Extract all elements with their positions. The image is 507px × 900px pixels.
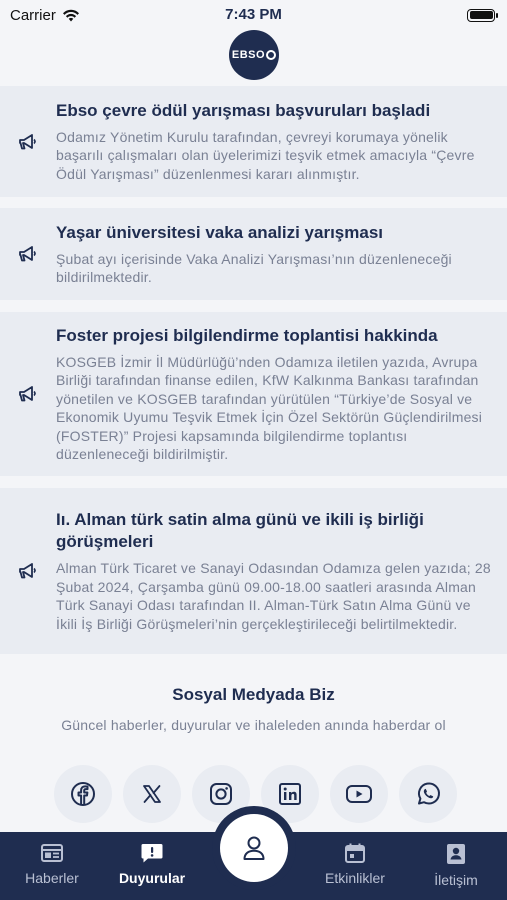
tab-duyurular[interactable]: Duyurular bbox=[102, 842, 202, 886]
tab-label: Duyurular bbox=[118, 870, 186, 886]
logo-ring bbox=[266, 50, 277, 60]
announcement-text: Odamız Yönetim Kurulu tarafından, çevrey… bbox=[56, 128, 475, 182]
youtube-icon bbox=[346, 785, 372, 803]
announcement-card[interactable]: Iı. Alman türk satin alma günü ve ikili … bbox=[0, 488, 507, 654]
announcement-title: Ebso çevre ödül yarışması başvuruları ba… bbox=[56, 100, 431, 120]
announcement-text: Şubat ayı içerisinde Vaka Analizi Yarışm… bbox=[56, 250, 452, 286]
logo-text: EBSO bbox=[231, 49, 266, 61]
status-left: Carrier bbox=[10, 7, 80, 24]
carrier-label: Carrier bbox=[10, 6, 56, 24]
announcement-title: Yaşar üniversitesi vaka analizi yarışmas… bbox=[56, 222, 383, 242]
announcement-card[interactable]: Ebso çevre ödül yarışması başvuruları ba… bbox=[0, 86, 507, 197]
announcement-text: Alman Türk Ticaret ve Sanayi Odasından O… bbox=[56, 560, 491, 632]
megaphone-icon bbox=[0, 385, 56, 403]
tab-iletisim[interactable]: İletişim bbox=[406, 842, 506, 888]
wifi-icon bbox=[62, 9, 79, 21]
social-title: Sosyal Medyada Biz bbox=[172, 685, 335, 704]
instagram-icon bbox=[210, 783, 232, 805]
megaphone-icon bbox=[0, 133, 56, 151]
whatsapp-button[interactable] bbox=[399, 765, 457, 823]
facebook-button[interactable] bbox=[54, 765, 112, 823]
announcement-card[interactable]: Foster projesi bilgilendirme toplantisi … bbox=[0, 312, 507, 476]
announcement-title: Foster projesi bilgilendirme toplantisi … bbox=[56, 325, 438, 345]
calendar-icon bbox=[345, 843, 365, 863]
youtube-button[interactable] bbox=[330, 765, 388, 823]
status-bar: Carrier bbox=[0, 0, 507, 30]
announcement-card[interactable]: Yaşar üniversitesi vaka analizi yarışmas… bbox=[0, 208, 507, 300]
tab-etkinlikler[interactable]: Etkinlikler bbox=[305, 842, 405, 886]
profile-button[interactable] bbox=[220, 814, 288, 882]
newspaper-icon bbox=[41, 844, 63, 862]
megaphone-icon bbox=[0, 245, 56, 263]
social-subtitle: Güncel haberler, duyurular ve ihaleleden… bbox=[61, 717, 446, 733]
announcement-bubble-icon bbox=[141, 844, 163, 863]
linkedin-icon bbox=[279, 783, 301, 805]
announcement-title: Iı. Alman türk satin alma günü ve ikili … bbox=[56, 510, 424, 551]
contact-card-icon bbox=[447, 844, 465, 864]
tab-label: Etkinlikler bbox=[325, 870, 385, 886]
ebso-logo: EBSO bbox=[229, 30, 279, 80]
announcement-text: KOSGEB İzmir İl Müdürlüğü’nden Odamıza i… bbox=[56, 353, 483, 463]
x-icon bbox=[143, 785, 161, 803]
megaphone-icon bbox=[0, 562, 56, 580]
tab-haberler[interactable]: Haberler bbox=[2, 842, 102, 886]
tab-label: Haberler bbox=[25, 870, 79, 886]
battery-icon bbox=[467, 8, 498, 22]
profile-fab-ring bbox=[212, 806, 296, 890]
facebook-icon bbox=[71, 782, 95, 806]
tab-label: İletişim bbox=[434, 872, 478, 888]
user-icon bbox=[243, 836, 265, 860]
x-button[interactable] bbox=[123, 765, 181, 823]
whatsapp-icon bbox=[417, 782, 440, 805]
